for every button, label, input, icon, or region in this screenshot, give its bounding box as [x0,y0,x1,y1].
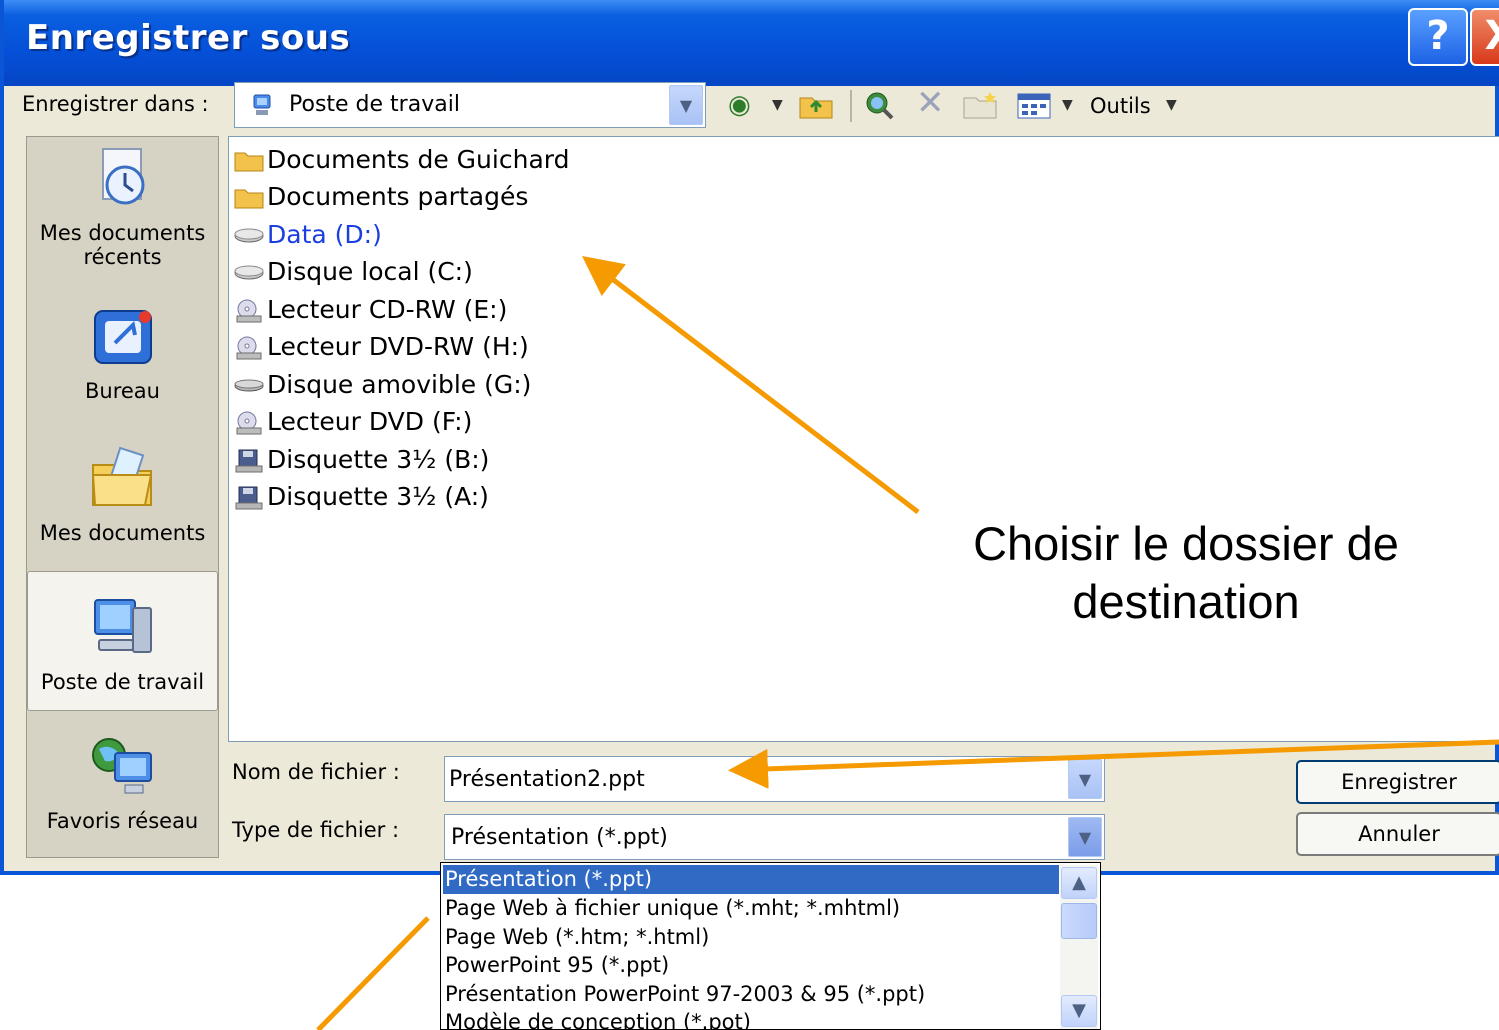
annotation-text: Choisir le dossier de destination [891,515,1481,631]
toolbar-separator [850,90,852,122]
cd-drive-icon [236,411,262,435]
cancel-button[interactable]: Annuler [1296,812,1499,856]
filename-value: Présentation2.ppt [449,767,645,792]
file-list[interactable]: Documents de Guichard Documents partagés… [228,136,1499,742]
hard-drive-icon [234,265,264,280]
scroll-up-icon[interactable]: ▲ [1061,867,1097,899]
my-computer-icon [93,599,152,653]
list-item[interactable]: Disquette 3½ (A:) [233,479,489,515]
hard-drive-icon [234,228,264,243]
help-button[interactable]: ? [1408,8,1468,66]
scroll-down-icon[interactable]: ▼ [1061,995,1097,1027]
dropdown-option[interactable]: Page Web à fichier unique (*.mht; *.mhtm… [443,894,1059,923]
dropdown-scrollbar[interactable]: ▲ ▼ [1060,865,1098,1029]
save-as-dialog: Enregistrer sous ? X Enregistrer dans : … [0,0,1499,875]
my-computer-small-icon [249,92,275,122]
places-bar: Mes documents récents Bureau Mes documen… [26,136,219,858]
list-item[interactable]: Data (D:) [233,217,382,253]
my-documents-icon [91,446,152,506]
annotation-line-2: destination [1072,575,1300,628]
filetype-dropdown[interactable]: Présentation (*.ppt) Page Web à fichier … [440,862,1101,1030]
list-item[interactable]: Documents partagés [233,179,528,215]
close-button[interactable]: X [1470,8,1499,66]
tools-menu[interactable]: Outils [1090,94,1151,118]
search-web-icon[interactable] [862,90,896,127]
views-dropdown-icon[interactable]: ▼ [1062,98,1073,112]
arrow-to-filetype [316,916,430,1030]
place-recent-documents[interactable]: Mes documents récents [27,145,218,269]
place-label: Bureau [85,379,160,403]
desktop-icon [93,310,152,364]
chevron-down-icon[interactable]: ▼ [1068,759,1102,799]
list-item[interactable]: Disque amovible (G:) [233,367,531,403]
filename-label: Nom de fichier : [232,760,400,784]
dropdown-option[interactable]: Présentation PowerPoint 97-2003 & 95 (*.… [443,980,1059,1009]
cd-drive-icon [236,336,262,360]
save-in-label: Enregistrer dans : [22,92,209,116]
views-icon[interactable] [1016,92,1052,125]
place-my-documents[interactable]: Mes documents [27,445,218,545]
dialog-title: Enregistrer sous [26,18,351,58]
filename-input[interactable]: Présentation2.ppt ▼ [444,756,1105,802]
title-bar[interactable]: Enregistrer sous ? X [4,0,1499,86]
floppy-icon [235,449,263,473]
place-my-computer[interactable]: Poste de travail [27,571,218,711]
up-folder-icon[interactable] [798,90,834,125]
dropdown-option[interactable]: PowerPoint 95 (*.ppt) [443,951,1059,980]
list-item[interactable]: Disquette 3½ (B:) [233,442,489,478]
dropdown-option[interactable]: Présentation (*.ppt) [443,865,1059,894]
place-desktop[interactable]: Bureau [27,303,218,403]
save-in-combo[interactable]: Poste de travail ▼ [234,82,706,128]
save-in-value: Poste de travail [289,92,460,117]
list-item[interactable]: Lecteur CD-RW (E:) [233,292,507,328]
dropdown-option[interactable]: Modèle de conception (*.pot) [443,1008,1059,1029]
dropdown-option[interactable]: Page Web (*.htm; *.html) [443,923,1059,952]
filetype-select[interactable]: Présentation (*.ppt) ▼ [444,814,1105,860]
place-label: Mes documents [39,521,206,545]
back-dropdown-icon[interactable]: ▼ [772,98,783,112]
chevron-down-icon[interactable]: ▼ [669,85,703,125]
place-label: Poste de travail [40,670,205,694]
back-icon[interactable]: ◉ [728,92,751,118]
list-item[interactable]: Lecteur DVD (F:) [233,404,472,440]
filetype-value: Présentation (*.ppt) [451,825,668,850]
tools-dropdown-icon[interactable]: ▼ [1166,98,1177,112]
removable-drive-icon [234,379,264,392]
cd-drive-icon [236,299,262,323]
list-item[interactable]: Documents de Guichard [233,142,569,178]
delete-icon[interactable]: ✕ [916,86,945,120]
place-label: Favoris réseau [46,809,199,833]
place-label: Mes documents récents [39,221,206,269]
save-button[interactable]: Enregistrer [1296,760,1499,804]
network-places-icon [91,738,152,794]
annotation-line-1: Choisir le dossier de [973,517,1399,570]
filetype-label: Type de fichier : [232,818,400,842]
list-item[interactable]: Lecteur DVD-RW (H:) [233,329,529,365]
floppy-icon [235,486,263,510]
list-item[interactable]: Disque local (C:) [233,254,473,290]
recent-documents-icon [101,148,144,205]
folder-icon [234,189,264,209]
folder-icon [234,152,264,172]
scroll-thumb[interactable] [1061,903,1097,939]
chevron-down-icon[interactable]: ▼ [1068,817,1102,857]
new-folder-icon[interactable] [962,90,998,125]
place-network[interactable]: Favoris réseau [27,733,218,833]
